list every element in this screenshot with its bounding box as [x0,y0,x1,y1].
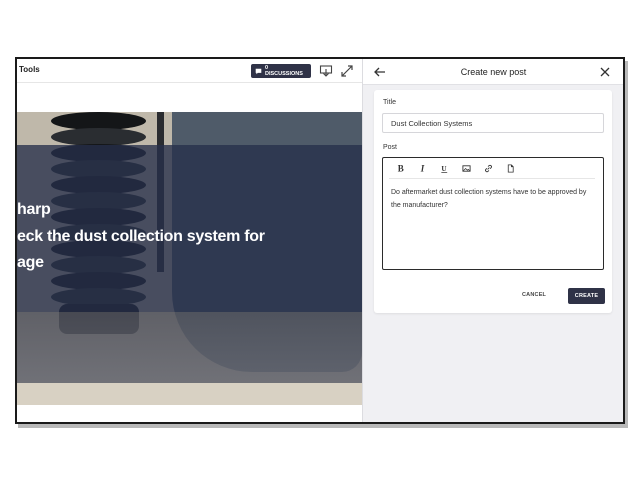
video-topbar: Tools 0 DISCUSSIONS [17,59,362,83]
underline-icon[interactable]: U [433,158,455,178]
svg-text:U: U [441,164,447,172]
title-input[interactable] [382,113,604,133]
video-caption-line: harp [17,201,51,218]
svg-text:I: I [419,164,424,173]
discussions-label: 0 DISCUSSIONS [265,65,303,77]
title-label: Title [383,99,396,106]
download-icon[interactable] [319,64,333,78]
post-body-text[interactable]: Do aftermarket dust collection systems h… [391,187,591,212]
expand-icon[interactable] [340,64,354,78]
svg-text:B: B [397,164,403,173]
post-form: Title Post B I U [374,90,612,313]
video-player[interactable]: harp eck the dust collection system for … [17,112,362,405]
image-icon[interactable] [455,158,477,178]
video-pane: Tools 0 DISCUSSIONS harp eck the dust co… [17,59,362,422]
post-editor[interactable]: B I U Do aftermarket dust collection sys… [382,157,604,270]
create-button[interactable]: CREATE [568,288,605,304]
italic-icon[interactable]: I [411,158,433,178]
post-label: Post [383,144,398,151]
editor-toolbar: B I U [389,158,595,179]
panel-header: Create new post [363,59,623,85]
app-window: Tools 0 DISCUSSIONS harp eck the dust co… [15,57,625,424]
bold-icon[interactable]: B [389,158,411,178]
video-caption-line: age [17,254,44,271]
cancel-button[interactable]: CANCEL [522,292,546,298]
chat-icon [255,68,262,74]
create-post-panel: Create new post Title Post B I U [362,59,623,422]
panel-title: Create new post [460,67,527,77]
file-icon[interactable] [499,158,521,178]
lesson-title: Tools [19,65,40,74]
discussions-button[interactable]: 0 DISCUSSIONS [251,64,311,78]
close-icon[interactable] [598,65,612,79]
video-caption-line: eck the dust collection system for [17,228,265,245]
link-icon[interactable] [477,158,499,178]
